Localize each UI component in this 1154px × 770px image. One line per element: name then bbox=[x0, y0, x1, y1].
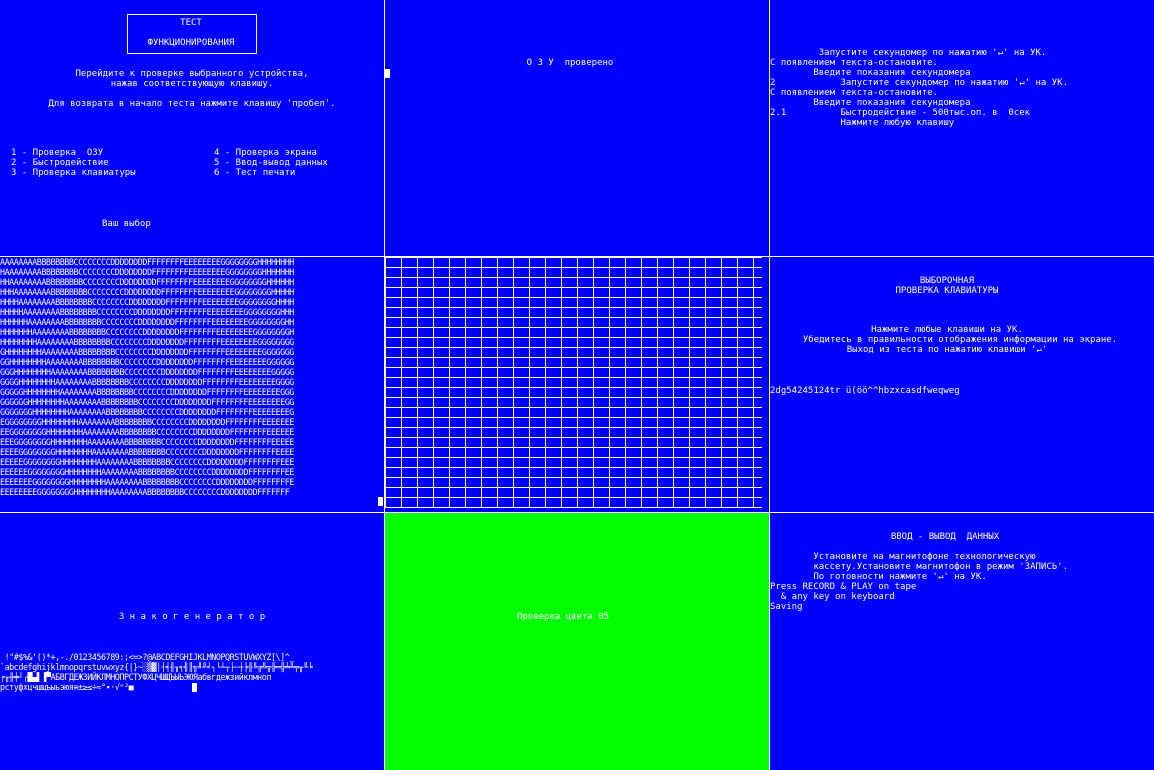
speed-line-1: Запустите секундомер по нажатию '↵' на У… bbox=[770, 48, 1047, 58]
pattern-row: EEEEEEEEGGGGGGGGHHHHHHHHAAAAAAAABBBBBBBB… bbox=[0, 487, 290, 497]
pattern-row: HHHAAAAAAAABBBBBBBBCCCCCCCCDDDDDDDDFFFFF… bbox=[0, 287, 294, 297]
pattern-row: GHHHHHHHHAAAAAAAABBBBBBBBCCCCCCCCDDDDDDD… bbox=[0, 347, 294, 357]
text-cursor bbox=[378, 497, 383, 506]
panel-character-generator: З н а к о г е н е р а т о р !"#$%&'()*+,… bbox=[0, 513, 384, 770]
speed-line-3: Введите показания секундомера bbox=[770, 68, 971, 78]
ram-status: О З У проверено bbox=[526, 58, 614, 68]
pattern-row: HHHHHAAAAAAAABBBBBBBBCCCCCCCCDDDDDDDDFFF… bbox=[0, 307, 294, 317]
panel-ram-check: О З У проверено bbox=[385, 0, 769, 256]
panel-main-menu: ТЕСТ ФУНКЦИОНИРОВАНИЯ Перейдите к провер… bbox=[0, 0, 384, 256]
keyboard-title-1: ВЫБОРОЧНАЯ bbox=[919, 276, 975, 286]
instruction-line2: нажав соответствующую клавишу. bbox=[110, 79, 274, 89]
title-line1: ТЕСТ bbox=[180, 18, 202, 28]
menu-item-ram-check[interactable]: 1 - Проверка ОЗУ bbox=[11, 148, 103, 158]
pattern-row: EGGGGGGGGHHHHHHHHAAAAAAAABBBBBBBBCCCCCCC… bbox=[0, 417, 294, 427]
data-io-line-2: кассету.Установите магнитофон в режим 'З… bbox=[770, 562, 1069, 572]
speed-line-6: Введите показания секундомера bbox=[770, 98, 971, 108]
menu-item-print-test[interactable]: 6 - Тест печати bbox=[214, 168, 295, 178]
title-line2: ФУНКЦИОНИРОВАНИЯ bbox=[147, 38, 235, 48]
color-check-label: Проверка цвета 05 bbox=[516, 612, 610, 622]
pattern-row: EEGGGGGGGGHHHHHHHHAAAAAAAABBBBBBBBCCCCCC… bbox=[0, 427, 294, 437]
return-instruction: Для возврата в начало теста нажмите клав… bbox=[48, 99, 336, 109]
charset-row: `abcdefghijklmnopqrstuvwxyz{|}~░▒▓│┤╡╢╖╕… bbox=[0, 662, 313, 672]
pattern-row: GGGGGGGHHHHHHHHAAAAAAAABBBBBBBBCCCCCCCCD… bbox=[0, 407, 294, 417]
text-cursor bbox=[385, 69, 390, 78]
pattern-row: GGHHHHHHHHAAAAAAAABBBBBBBBCCCCCCCCDDDDDD… bbox=[0, 357, 294, 367]
pattern-row: HAAAAAAAABBBBBBBBCCCCCCCCDDDDDDDDFFFFFFF… bbox=[0, 267, 294, 277]
keyboard-instruction-2: Убедитесь в правильности отображения инф… bbox=[802, 335, 1118, 345]
pattern-row: GGGHHHHHHHHAAAAAAAABBBBBBBBCCCCCCCCDDDDD… bbox=[0, 367, 294, 377]
data-io-line-3: По готовности нажмите '↵' на УК. bbox=[770, 572, 987, 582]
panel-screen-pattern: AAAAAAAABBBBBBBBCCCCCCCCDDDDDDDDFFFFFFFF… bbox=[0, 257, 384, 512]
speed-press-any-key: Нажмите любую клавишу bbox=[770, 118, 955, 128]
menu-item-keyboard-check[interactable]: 3 - Проверка клавиатуры bbox=[11, 168, 136, 178]
panel-screen-grid bbox=[385, 257, 769, 512]
pattern-row: GGGGHHHHHHHHAAAAAAAABBBBBBBBCCCCCCCCDDDD… bbox=[0, 377, 294, 387]
menu-item-speed[interactable]: 2 - Быстродействие bbox=[11, 158, 109, 168]
pattern-row: AAAAAAAABBBBBBBBCCCCCCCCDDDDDDDDFFFFFFFF… bbox=[0, 257, 294, 267]
speed-result: 2.1 Быстродействие - 500тыс.оп. в 0сек bbox=[770, 108, 1031, 118]
data-io-title: ВВОД - ВЫВОД ДАННЫХ bbox=[890, 532, 1000, 542]
pattern-row: HHHHHHHAAAAAAAABBBBBBBBCCCCCCCCDDDDDDDDF… bbox=[0, 327, 294, 337]
chargen-title: З н а к о г е н е р а т о р bbox=[118, 612, 266, 622]
speed-line-5: С появлением текста-остановите. bbox=[770, 88, 938, 98]
keyboard-title-2: ПРОВЕРКА КЛАВИАТУРЫ bbox=[895, 286, 999, 296]
divider-horizontal-top bbox=[0, 256, 1154, 257]
text-cursor bbox=[192, 683, 197, 692]
pattern-row: EEEEGGGGGGGGHHHHHHHHAAAAAAAABBBBBBBBCCCC… bbox=[0, 447, 294, 457]
speed-line-2: С появлением текста-остановите. bbox=[770, 58, 938, 68]
pattern-row: EEEEEGGGGGGGGHHHHHHHHAAAAAAAABBBBBBBBCCC… bbox=[0, 457, 294, 467]
charset-row: ╒╓╫╪┘┌█▄▌▐▀АБВГДЕЖЗИЙКЛМНОПРСТУФХЦЧШЩЪЫЬ… bbox=[0, 672, 271, 682]
panel-data-io: ВВОД - ВЫВОД ДАННЫХ Установите на магнит… bbox=[770, 513, 1154, 770]
charset-row: !"#$%&'()*+,-./0123456789:;<=>?@ABCDEFGH… bbox=[0, 652, 295, 662]
pattern-row: HHHHHHAAAAAAAABBBBBBBBCCCCCCCCDDDDDDDDFF… bbox=[0, 317, 294, 327]
pattern-row: HHAAAAAAAABBBBBBBBCCCCCCCCDDDDDDDDFFFFFF… bbox=[0, 277, 294, 287]
keyboard-instruction-1: Нажмите любые клавиши на УК. bbox=[871, 325, 1023, 335]
panel-keyboard-check: ВЫБОРОЧНАЯ ПРОВЕРКА КЛАВИАТУРЫ Нажмите л… bbox=[770, 257, 1154, 512]
typed-characters[interactable]: 2dg54245124tr ü(öö^^hbzxcasdfwеqwеg bbox=[770, 386, 960, 396]
pattern-row: GGGGGGHHHHHHHHAAAAAAAABBBBBBBBCCCCCCCCDD… bbox=[0, 397, 294, 407]
pattern-row: HHHHAAAAAAAABBBBBBBBCCCCCCCCDDDDDDDDFFFF… bbox=[0, 297, 294, 307]
pattern-row: EEEEEEEGGGGGGGGHHHHHHHHAAAAAAAABBBBBBBBC… bbox=[0, 477, 294, 487]
instruction-line1: Перейдите к проверке выбранного устройст… bbox=[75, 69, 309, 79]
menu-item-data-io[interactable]: 5 - Ввод-вывод данных bbox=[214, 158, 328, 168]
data-io-line-1: Установите на магнитофоне технологическу… bbox=[770, 552, 1036, 562]
divider-vertical-right bbox=[769, 0, 770, 770]
pattern-row: EEEEEEGGGGGGGGHHHHHHHHAAAAAAAABBBBBBBBCC… bbox=[0, 467, 294, 477]
pattern-row: GGGGGHHHHHHHHAAAAAAAABBBBBBBBCCCCCCCCDDD… bbox=[0, 387, 294, 397]
data-io-line-5: & any key on keyboard bbox=[770, 592, 895, 602]
charset-row: рстуфхцчшщъыьэюя≡±≥≤÷≈°∙·√ⁿ²■ bbox=[0, 682, 134, 692]
panel-speed-test: Запустите секундомер по нажатию '↵' на У… bbox=[770, 0, 1154, 256]
pattern-row: EEEGGGGGGGGHHHHHHHHAAAAAAAABBBBBBBBCCCCC… bbox=[0, 437, 294, 447]
speed-line-4: 2 Запустите секундомер по нажатию '↵' на… bbox=[770, 78, 1069, 88]
data-io-line-4: Press RECORD & PLAY on tape bbox=[770, 582, 917, 592]
divider-vertical-left bbox=[384, 0, 385, 770]
keyboard-instruction-3: Выход из теста по нажатию клавиши '↵' bbox=[846, 345, 1048, 355]
data-io-line-6: Saving bbox=[770, 602, 803, 612]
menu-item-screen-check[interactable]: 4 - Проверка экрана bbox=[214, 148, 317, 158]
divider-horizontal-bottom bbox=[0, 512, 1154, 513]
choice-prompt: Ваш выбор bbox=[102, 219, 151, 229]
screen-test-grid bbox=[385, 257, 762, 508]
pattern-row: HHHHHHHHAAAAAAAABBBBBBBBCCCCCCCCDDDDDDDD… bbox=[0, 337, 294, 347]
panel-color-check: Проверка цвета 05 bbox=[385, 513, 769, 770]
